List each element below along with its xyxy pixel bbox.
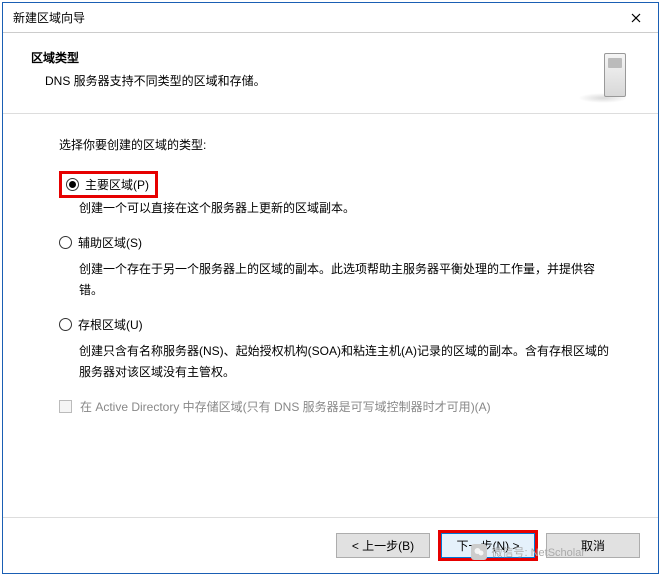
header-subtitle: DNS 服务器支持不同类型的区域和存储。 bbox=[45, 72, 586, 89]
wizard-content: 选择你要创建的区域的类型: 主要区域(P) 创建一个可以直接在这个服务器上更新的… bbox=[3, 114, 658, 517]
option-stub-label: 存根区域(U) bbox=[78, 316, 143, 333]
back-button[interactable]: < 上一步(B) bbox=[336, 533, 430, 558]
option-secondary-desc: 创建一个存在于另一个服务器上的区域的副本。此选项帮助主服务器平衡处理的工作量，并… bbox=[79, 259, 618, 300]
close-icon bbox=[631, 13, 641, 23]
option-stub: 存根区域(U) 创建只含有名称服务器(NS)、起始授权机构(SOA)和粘连主机(… bbox=[59, 316, 618, 382]
option-secondary-label: 辅助区域(S) bbox=[78, 234, 142, 251]
radio-secondary[interactable]: 辅助区域(S) bbox=[59, 234, 618, 251]
radio-icon bbox=[59, 318, 72, 331]
close-button[interactable] bbox=[613, 3, 658, 33]
window-title: 新建区域向导 bbox=[13, 9, 85, 26]
checkbox-icon bbox=[59, 400, 72, 413]
wizard-footer: < 上一步(B) 下一步(N) > 微信号: NetScholar 取消 bbox=[3, 518, 658, 573]
titlebar: 新建区域向导 bbox=[3, 3, 658, 33]
ad-storage-checkbox: 在 Active Directory 中存储区域(只有 DNS 服务器是可写域控… bbox=[59, 398, 618, 415]
option-secondary: 辅助区域(S) 创建一个存在于另一个服务器上的区域的副本。此选项帮助主服务器平衡… bbox=[59, 234, 618, 300]
cancel-button[interactable]: 取消 bbox=[546, 533, 640, 558]
highlight-primary: 主要区域(P) bbox=[59, 171, 158, 198]
ad-storage-label: 在 Active Directory 中存储区域(只有 DNS 服务器是可写域控… bbox=[80, 398, 491, 415]
header-text: 区域类型 DNS 服务器支持不同类型的区域和存储。 bbox=[31, 49, 586, 89]
option-stub-desc: 创建只含有名称服务器(NS)、起始授权机构(SOA)和粘连主机(A)记录的区域的… bbox=[79, 341, 618, 382]
option-primary-label: 主要区域(P) bbox=[85, 176, 149, 193]
radio-stub[interactable]: 存根区域(U) bbox=[59, 316, 618, 333]
option-primary-desc: 创建一个可以直接在这个服务器上更新的区域副本。 bbox=[79, 198, 618, 218]
zone-type-prompt: 选择你要创建的区域的类型: bbox=[59, 136, 618, 153]
option-primary: 主要区域(P) 创建一个可以直接在这个服务器上更新的区域副本。 bbox=[59, 171, 618, 218]
server-icon bbox=[586, 49, 634, 101]
radio-primary[interactable]: 主要区域(P) bbox=[62, 176, 149, 193]
header-title: 区域类型 bbox=[31, 49, 586, 66]
wizard-window: 新建区域向导 区域类型 DNS 服务器支持不同类型的区域和存储。 选择你要创建的… bbox=[2, 2, 659, 574]
next-button[interactable]: 下一步(N) > bbox=[441, 533, 535, 558]
radio-icon bbox=[66, 178, 79, 191]
highlight-next: 下一步(N) > 微信号: NetScholar bbox=[438, 530, 538, 561]
wizard-header: 区域类型 DNS 服务器支持不同类型的区域和存储。 bbox=[3, 33, 658, 113]
radio-icon bbox=[59, 236, 72, 249]
